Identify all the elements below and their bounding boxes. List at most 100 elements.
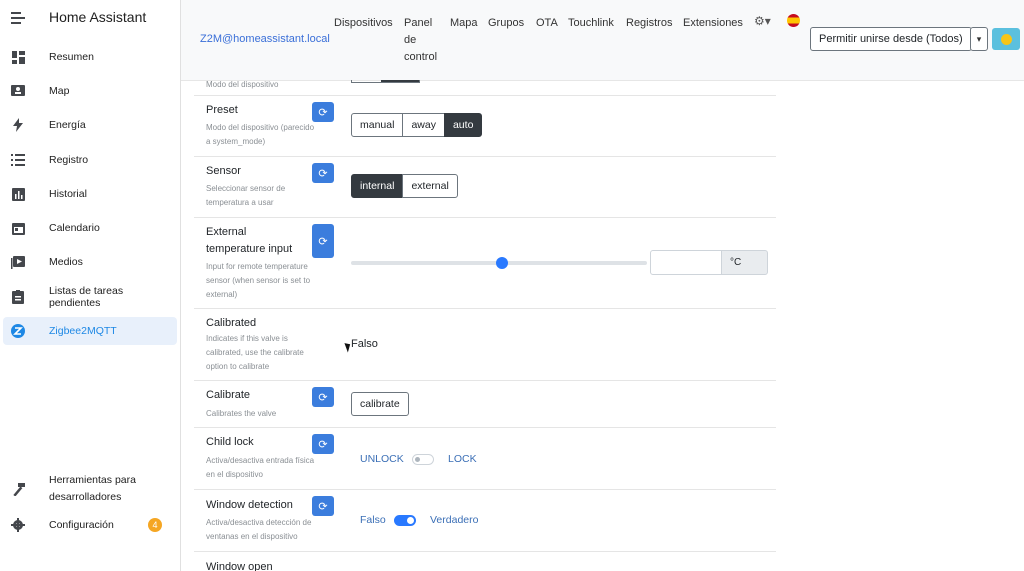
- nav-dispositivos[interactable]: Dispositivos: [334, 15, 393, 32]
- status-button[interactable]: [992, 28, 1020, 50]
- row-description: Modo del dispositivo: [206, 80, 279, 89]
- nav-grupos[interactable]: Grupos: [488, 15, 524, 32]
- sidebar-item-registro[interactable]: Registro: [3, 146, 177, 174]
- nav-extensiones[interactable]: Extensiones: [683, 15, 743, 32]
- row-description: Modo del dispositivo (parecido a system_m…: [206, 123, 315, 146]
- permit-join-dropdown[interactable]: ▾: [970, 27, 988, 51]
- list-icon: [11, 153, 25, 167]
- calendar-icon: [11, 221, 25, 235]
- row-description: Indicates if this valve is calibrated, us…: [206, 334, 304, 371]
- hammer-icon: [11, 482, 25, 496]
- permit-join-button[interactable]: Permitir unirse desde (Todos): [810, 27, 972, 51]
- sidebar-item-label: Registro: [49, 154, 89, 166]
- row-calibrate: Calibrate ⟳ Calibrates the valve calibra…: [194, 381, 776, 428]
- sidebar-item-label: Herramientas para desarrolladores: [49, 474, 136, 503]
- row-child-lock: Child lock ⟳ Activa/desactiva entrada fí…: [194, 428, 776, 490]
- temperature-input[interactable]: [650, 250, 722, 275]
- nav-mapa[interactable]: Mapa: [450, 15, 478, 32]
- calibrate-button[interactable]: calibrate: [351, 392, 409, 416]
- sidebar-item-label: Resumen: [49, 51, 94, 63]
- gear-icon: [11, 518, 25, 532]
- sidebar-item-label: Calendario: [49, 222, 100, 234]
- row-title: Window detection: [206, 499, 293, 511]
- sidebar-item-energia[interactable]: Energía: [3, 111, 177, 139]
- nav-touchlink[interactable]: Touchlink: [568, 15, 614, 32]
- sidebar-item-settings[interactable]: Configuración 4: [3, 511, 177, 539]
- row-preset: Preset ⟳ Modo del dispositivo (parecido a…: [194, 96, 776, 157]
- language-flag-icon[interactable]: [787, 14, 800, 27]
- brand-link[interactable]: Z2M@homeassistant.local: [200, 33, 330, 45]
- temperature-unit: °C: [721, 250, 768, 275]
- sidebar-item-label: Configuración: [49, 519, 114, 531]
- smiley-icon: [1000, 33, 1012, 45]
- calibrated-value: Falso: [351, 338, 378, 350]
- row-sensor: Sensor ⟳ Seleccionar sensor de temperatur…: [194, 157, 776, 218]
- row-system-mode-partial: Modo del dispositivo: [194, 80, 776, 96]
- refresh-icon[interactable]: ⟳: [312, 496, 334, 516]
- chevron-down-icon: ▾: [976, 33, 982, 44]
- preset-button-group: manual away auto: [351, 113, 483, 137]
- sidebar-item-tareas[interactable]: Listas de tareas pendientes: [3, 283, 177, 311]
- row-description: Activa/desactiva entrada física en el dis…: [206, 456, 315, 479]
- sidebar: Home Assistant Resumen Map Energía Regis…: [0, 0, 181, 571]
- notification-badge: 4: [148, 518, 162, 532]
- sensor-external-button[interactable]: external: [402, 174, 458, 198]
- sidebar-item-calendario[interactable]: Calendario: [3, 214, 177, 242]
- toggle-on-label[interactable]: Verdadero: [430, 514, 478, 526]
- row-title: External temperature input: [206, 226, 293, 255]
- sidebar-item-map[interactable]: Map: [3, 77, 177, 105]
- sidebar-header: Home Assistant: [0, 0, 180, 34]
- row-window-detection: Window detection ⟳ Activa/desactiva dete…: [194, 490, 776, 552]
- row-calibrated: Calibrated Indicates if this valve is cal…: [194, 309, 776, 381]
- sidebar-item-historial[interactable]: Historial: [3, 180, 177, 208]
- nav-panel-de-control[interactable]: Panel de control: [404, 15, 437, 66]
- row-title: Child lock: [206, 436, 254, 448]
- sidebar-item-label: Listas de tareas pendientes: [48, 285, 124, 309]
- row-description: Input for remote temperature sensor (when…: [206, 262, 311, 299]
- media-icon: [11, 255, 25, 269]
- settings-dropdown-icon[interactable]: ⚙▾: [754, 14, 771, 28]
- row-window-open: Window open: [194, 552, 776, 571]
- top-navbar: Z2M@homeassistant.local Dispositivos Pan…: [181, 0, 1024, 81]
- chart-icon: [11, 187, 25, 201]
- toggle-off-label[interactable]: Falso: [360, 514, 386, 526]
- row-title: Window open: [206, 561, 273, 571]
- app-title: Home Assistant: [49, 9, 147, 25]
- row-description: Seleccionar sensor de temperatura a usar: [206, 184, 286, 207]
- sensor-internal-button[interactable]: internal: [351, 174, 404, 198]
- child-lock-toggle[interactable]: [412, 454, 434, 465]
- refresh-icon[interactable]: ⟳: [312, 224, 334, 258]
- sidebar-item-resumen[interactable]: Resumen: [3, 43, 177, 71]
- map-icon: [11, 84, 25, 98]
- window-detection-toggle[interactable]: [394, 515, 416, 526]
- slider-thumb[interactable]: [495, 257, 508, 269]
- clipboard-icon: [11, 290, 25, 304]
- refresh-icon[interactable]: ⟳: [312, 434, 334, 454]
- sidebar-item-label: Energía: [49, 119, 86, 131]
- toggle-on-label[interactable]: LOCK: [448, 453, 477, 465]
- zigbee-icon: [11, 324, 25, 338]
- sidebar-item-developer-tools[interactable]: Herramientas para desarrolladores: [3, 471, 177, 507]
- preset-away-button[interactable]: away: [402, 113, 445, 137]
- toggle-off-label[interactable]: UNLOCK: [360, 453, 404, 465]
- menu-icon[interactable]: [11, 11, 25, 24]
- sensor-button-group: internal external: [351, 174, 458, 198]
- row-title: Sensor: [206, 165, 241, 177]
- row-description: Activa/desactiva detección de ventanas en…: [206, 518, 312, 541]
- sidebar-item-label: Historial: [49, 188, 87, 200]
- row-external-temperature: External temperature input ⟳ Input for re…: [194, 218, 776, 309]
- row-title: Calibrated: [206, 317, 257, 329]
- nav-registros[interactable]: Registros: [626, 15, 672, 32]
- row-title: Calibrate: [206, 389, 251, 401]
- refresh-icon[interactable]: ⟳: [312, 163, 334, 183]
- nav-ota[interactable]: OTA: [536, 15, 558, 32]
- preset-manual-button[interactable]: manual: [351, 113, 404, 137]
- row-title: Preset: [206, 104, 238, 116]
- temperature-slider[interactable]: [351, 257, 647, 269]
- row-description: Calibrates the valve: [206, 409, 277, 418]
- preset-auto-button[interactable]: auto: [443, 113, 483, 137]
- refresh-icon[interactable]: ⟳: [312, 387, 334, 407]
- sidebar-item-medios[interactable]: Medios: [3, 248, 177, 276]
- sidebar-item-zigbee2mqtt[interactable]: Zigbee2MQTT: [3, 317, 177, 345]
- refresh-icon[interactable]: ⟳: [312, 102, 334, 122]
